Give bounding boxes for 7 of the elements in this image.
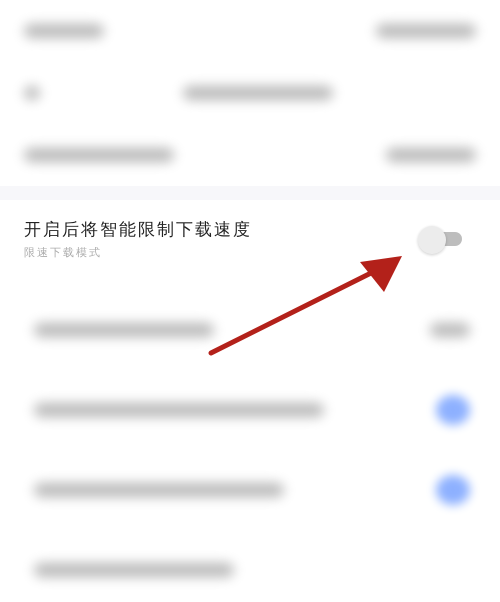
setting-subtitle: 限速下载模式 xyxy=(24,245,103,260)
setting-title: 开启后将智能限制下载速度 xyxy=(24,219,253,241)
blurred-switch[interactable] xyxy=(436,395,470,425)
blurred-text xyxy=(430,323,470,337)
blurred-switch[interactable] xyxy=(436,475,470,505)
toggle-switch[interactable] xyxy=(418,226,464,252)
blurred-icon xyxy=(24,86,40,100)
